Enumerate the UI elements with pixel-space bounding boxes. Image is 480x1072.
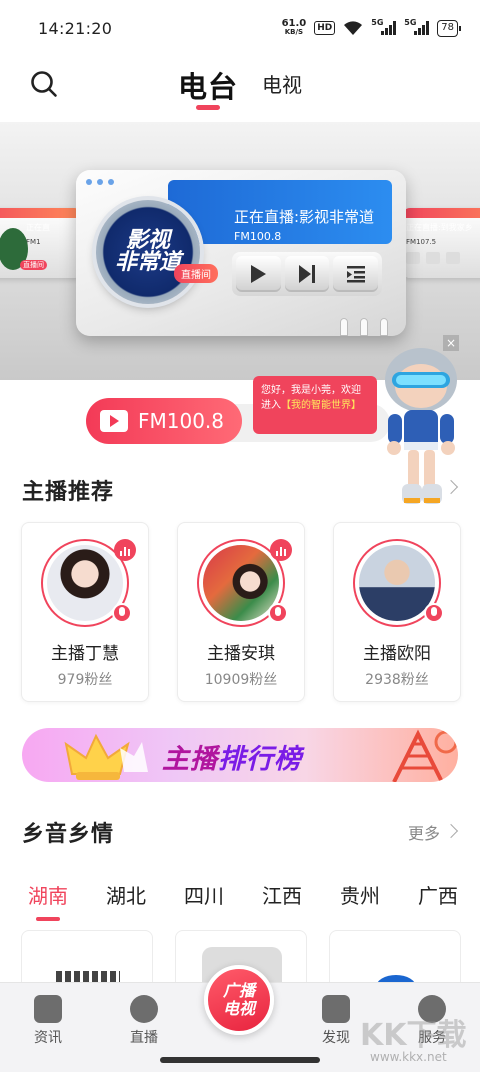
tab-region-guizhou[interactable]: 贵州 (340, 880, 380, 909)
hd-icon: HD (314, 21, 336, 35)
audio-bars-icon (270, 539, 292, 561)
anchor-name: 主播丁慧 (51, 644, 119, 664)
ranking-title: 主播排行榜 (162, 744, 302, 775)
signal-icon-sim2: 5G (404, 18, 430, 35)
tab-region-hubei[interactable]: 湖北 (106, 880, 146, 909)
news-icon (34, 995, 62, 1023)
watermark-logo: KK下载 (360, 1018, 467, 1053)
search-icon[interactable] (30, 70, 58, 98)
wifi-icon (344, 21, 363, 35)
anchor-card[interactable]: 主播欧阳 2938粉丝 (333, 522, 461, 702)
live-banner-carousel[interactable]: 正在直 FM1 直播间 正在直播:到我家乡 FM107.5 影视 非常道 直播间… (0, 122, 480, 380)
tab-region-jiangxi[interactable]: 江西 (262, 880, 302, 909)
tab-tv[interactable]: 电视 (262, 69, 302, 98)
anchor-name: 主播欧阳 (363, 644, 431, 664)
playlist-button[interactable] (333, 256, 379, 292)
live-room-badge[interactable]: 直播间 (174, 264, 218, 283)
section-title-anchors: 主播推荐 (22, 480, 115, 505)
carousel-dots (86, 179, 114, 185)
current-station-label: FM100.8 (138, 409, 225, 433)
close-icon[interactable]: × (443, 335, 459, 351)
next-button[interactable] (284, 256, 330, 292)
audio-bars-icon (114, 539, 136, 561)
status-icons: 61.0 KB/S HD 5G 5G 78 (281, 18, 461, 37)
home-indicator[interactable] (160, 1057, 320, 1063)
anchor-card[interactable]: 主播安琪 10909粉丝 (177, 522, 305, 702)
battery-icon: 78 (437, 19, 461, 37)
microphone-icon (112, 603, 132, 623)
anchor-name: 主播安琪 (207, 644, 275, 664)
carousel-card-prev[interactable]: 正在直 FM1 直播间 (0, 208, 82, 278)
tab-region-hunan[interactable]: 湖南 (28, 880, 68, 921)
chevron-right-icon[interactable] (443, 823, 459, 839)
region-tabs: 湖南 湖北 四川 江西 贵州 广西 (28, 880, 458, 921)
player-controls (232, 252, 382, 296)
skip-next-icon (299, 265, 315, 283)
play-circle-icon (130, 995, 158, 1023)
watermark-url: www.kkx.net (370, 1050, 447, 1064)
anchor-ranking-banner[interactable]: 主播排行榜 (22, 728, 458, 782)
nav-news[interactable]: 资讯 (18, 995, 78, 1047)
live-program-card[interactable]: 影视 非常道 直播间 正在直播:影视非常道 FM100.8 (76, 170, 406, 336)
nav-live[interactable]: 直播 (114, 995, 174, 1047)
current-station-pill[interactable]: FM100.8 (86, 398, 242, 444)
play-button[interactable] (236, 256, 281, 292)
mascot-speech-bubble[interactable]: 您好，我是小莞，欢迎 进入【我的智能世界】 (253, 376, 377, 434)
network-speed: 61.0 KB/S (281, 18, 307, 37)
microphone-icon (268, 603, 288, 623)
crown-icon (64, 733, 148, 780)
microphone-icon (424, 603, 444, 623)
anchor-card-list: 主播丁慧 979粉丝 主播安琪 10909粉丝 主播欧阳 2938粉丝 (21, 522, 461, 702)
anchor-card[interactable]: 主播丁慧 979粉丝 (21, 522, 149, 702)
play-icon (251, 265, 267, 283)
nav-discover[interactable]: 发现 (306, 995, 366, 1047)
anchor-fans: 10909粉丝 (204, 672, 278, 688)
radio-tower-icon (392, 729, 458, 782)
playlist-icon (346, 266, 365, 283)
status-time: 14:21:20 (38, 18, 113, 38)
tab-active-indicator (196, 105, 220, 110)
status-bar: 14:21:20 61.0 KB/S HD 5G 5G 78 (0, 0, 480, 56)
tab-region-guangxi[interactable]: 广西 (418, 880, 458, 909)
tab-radio[interactable]: 电台 (178, 64, 238, 106)
program-frequency: FM100.8 (234, 230, 282, 243)
nav-radio-tv-center[interactable]: 广播 电视 (204, 965, 274, 1035)
carousel-card-next[interactable]: 正在直播:到我家乡 FM107.5 (402, 208, 480, 278)
more-link[interactable]: 更多 (408, 820, 440, 844)
section-title-hometown: 乡音乡情 (22, 822, 115, 847)
tab-region-sichuan[interactable]: 四川 (184, 880, 224, 909)
tv-play-icon (100, 410, 128, 432)
heart-icon (322, 995, 350, 1023)
now-playing-text: 正在直播:影视非常道 (234, 208, 375, 226)
anchor-fans: 2938粉丝 (365, 672, 429, 688)
signal-icon-sim1: 5G (371, 18, 397, 35)
top-header: 电台 电视 (0, 56, 480, 122)
anchor-fans: 979粉丝 (57, 672, 113, 688)
